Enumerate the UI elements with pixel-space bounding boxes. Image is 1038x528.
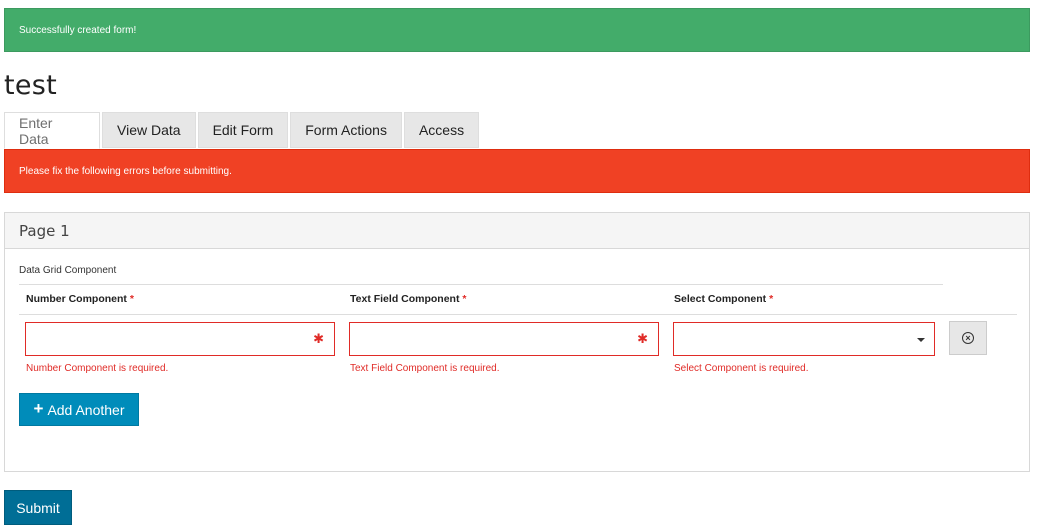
tab-enter-data[interactable]: Enter Data: [4, 112, 100, 149]
select-component-dropdown[interactable]: [673, 322, 935, 356]
submit-button[interactable]: Submit: [4, 490, 72, 525]
form-tabs: Enter Data View Data Edit Form Form Acti…: [4, 112, 481, 149]
plus-icon: +: [33, 399, 44, 418]
panel-title: Page 1: [19, 221, 70, 240]
text-field-component-input[interactable]: ✱: [349, 322, 659, 356]
select-component-error: Select Component is required.: [674, 363, 809, 374]
number-component-error: Number Component is required.: [26, 363, 169, 374]
data-grid-label: Data Grid Component: [19, 265, 117, 276]
remove-circle-icon: ×: [962, 332, 974, 344]
text-field-component-error: Text Field Component is required.: [350, 363, 500, 374]
success-alert-text: Successfully created form!: [19, 24, 137, 36]
required-asterisk-icon: ✱: [637, 331, 648, 346]
required-marker: *: [769, 293, 774, 305]
required-asterisk-icon: ✱: [313, 331, 324, 346]
tab-form-actions[interactable]: Form Actions: [290, 112, 402, 148]
success-alert: Successfully created form!: [4, 8, 1030, 52]
grid-row-divider: [19, 314, 1017, 315]
tab-access[interactable]: Access: [403, 112, 480, 148]
required-marker: *: [462, 293, 467, 305]
column-header-select-label: Select Component: [674, 293, 767, 305]
error-alert: Please fix the following errors before s…: [4, 149, 1030, 193]
form-title: test: [4, 70, 58, 101]
column-header-number: Number Component *: [26, 293, 134, 305]
required-marker: *: [129, 293, 134, 305]
error-alert-text: Please fix the following errors before s…: [19, 165, 232, 177]
add-another-button[interactable]: + Add Another: [19, 393, 139, 426]
page-panel: Page 1 Data Grid Component Number Compon…: [4, 212, 1030, 472]
column-header-number-label: Number Component: [26, 293, 127, 305]
panel-heading: Page 1: [5, 213, 1029, 249]
column-header-text-label: Text Field Component: [350, 293, 460, 305]
number-component-input[interactable]: ✱: [25, 322, 335, 356]
tab-edit-form[interactable]: Edit Form: [197, 112, 289, 148]
tab-view-data[interactable]: View Data: [102, 112, 196, 148]
caret-down-icon: [917, 338, 925, 342]
column-header-text: Text Field Component *: [350, 293, 467, 305]
add-another-label: Add Another: [47, 401, 125, 418]
column-header-select: Select Component *: [674, 293, 773, 305]
grid-header-divider: [19, 284, 943, 285]
remove-row-button[interactable]: ×: [949, 321, 987, 355]
